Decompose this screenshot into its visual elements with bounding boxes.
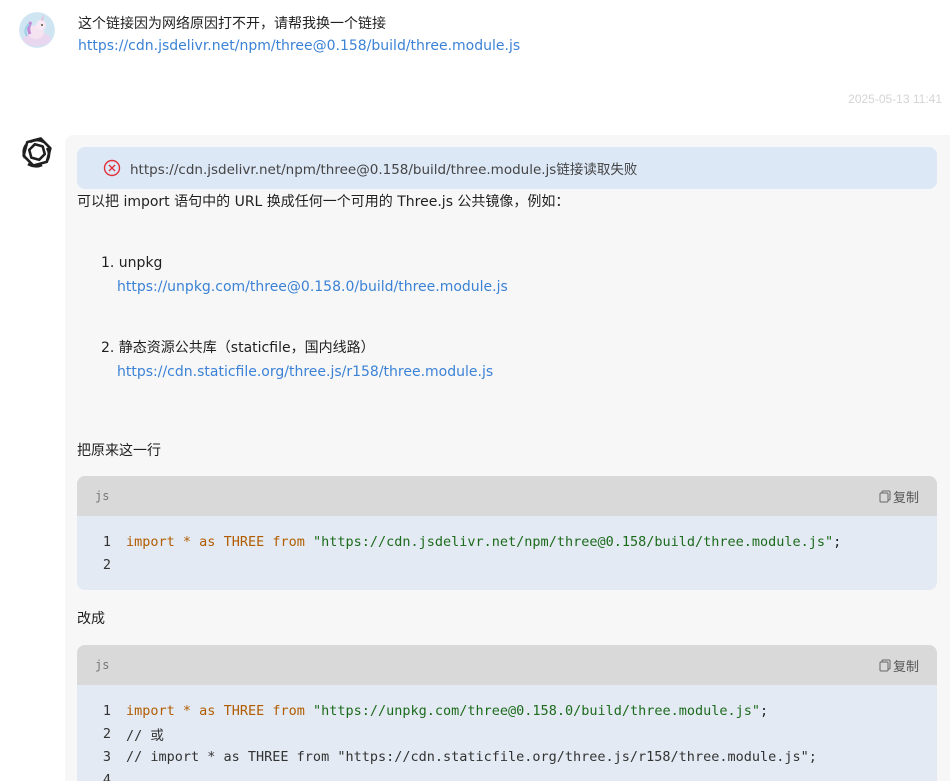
bot-avatar bbox=[18, 134, 56, 172]
link-error-banner: https://cdn.jsdelivr.net/npm/three@0.158… bbox=[77, 147, 937, 189]
list-item: 1. unpkg https://unpkg.com/three@0.158.0… bbox=[101, 251, 508, 299]
code-lang-label: js bbox=[95, 489, 110, 503]
line-number: 2 bbox=[102, 725, 111, 742]
assistant-response-panel: https://cdn.jsdelivr.net/npm/three@0.158… bbox=[65, 135, 950, 781]
copy-button-label: 复制 bbox=[892, 490, 919, 506]
code-header: js 复制 bbox=[77, 476, 937, 516]
user-message: 这个链接因为网络原因打不开，请帮我换一个链接 https://cdn.jsdel… bbox=[78, 13, 520, 57]
code-comment: // import * as THREE from "https://cdn.s… bbox=[126, 748, 817, 765]
code-comment: // 或 bbox=[126, 727, 164, 744]
user-message-link[interactable]: https://cdn.jsdelivr.net/npm/three@0.158… bbox=[78, 35, 520, 57]
user-avatar bbox=[19, 12, 55, 48]
code-token: * bbox=[174, 702, 200, 719]
code-line: 1 import * as THREE from "https://unpkg.c… bbox=[77, 699, 937, 722]
code-block: js 复制 1 import * as THREE from "https://u… bbox=[77, 645, 937, 781]
copy-button[interactable]: 复制 bbox=[879, 656, 919, 675]
line-number: 1 bbox=[102, 702, 111, 719]
code-line: 3 // import * as THREE from "https://cdn.… bbox=[77, 745, 937, 768]
code-token: THREE bbox=[215, 702, 273, 719]
code-token: import bbox=[126, 533, 175, 550]
code-token: "https://cdn.jsdelivr.net/npm/three@0.15… bbox=[304, 533, 834, 550]
before-label: 把原来这一行 bbox=[77, 443, 161, 459]
code-header: js 复制 bbox=[77, 645, 937, 685]
code-token: from bbox=[272, 702, 305, 719]
message-timestamp: 2025-05-13 11:41 bbox=[848, 92, 942, 106]
code-token: THREE bbox=[215, 533, 273, 550]
error-circle-icon bbox=[103, 159, 121, 177]
line-number: 3 bbox=[102, 748, 111, 765]
line-number: 4 bbox=[102, 771, 111, 781]
list-item-link[interactable]: https://cdn.staticfile.org/three.js/r158… bbox=[101, 360, 493, 384]
code-token: import bbox=[126, 702, 175, 719]
intro-text: 可以把 import 语句中的 URL 换成任何一个可用的 Three.js 公… bbox=[77, 194, 570, 210]
code-token: ; bbox=[833, 533, 842, 550]
copy-icon bbox=[879, 490, 891, 502]
copy-button[interactable]: 复制 bbox=[879, 487, 919, 506]
code-body: 1 import * as THREE from "https://cdn.jsd… bbox=[77, 516, 937, 586]
copy-icon bbox=[879, 659, 891, 671]
code-line: 2 bbox=[77, 553, 937, 576]
line-number: 2 bbox=[102, 556, 111, 573]
code-line: 4 bbox=[77, 768, 937, 781]
code-lang-label: js bbox=[95, 658, 110, 672]
code-token: as bbox=[199, 533, 216, 550]
code-body: 1 import * as THREE from "https://unpkg.c… bbox=[77, 685, 937, 781]
list-item-label: 1. unpkg bbox=[101, 255, 163, 271]
code-block: js 复制 1 import * as THREE from "https://c… bbox=[77, 476, 937, 590]
error-banner-text: https://cdn.jsdelivr.net/npm/three@0.158… bbox=[130, 162, 638, 178]
list-item: 2. 静态资源公共库（staticfile，国内线路） https://cdn.… bbox=[101, 336, 493, 384]
code-line: 1 import * as THREE from "https://cdn.jsd… bbox=[77, 530, 937, 553]
list-item-link[interactable]: https://unpkg.com/three@0.158.0/build/th… bbox=[101, 275, 508, 299]
code-token: ; bbox=[760, 702, 769, 719]
line-number: 1 bbox=[102, 533, 111, 550]
code-token: as bbox=[199, 702, 216, 719]
code-line: 2 // 或 bbox=[77, 722, 937, 745]
code-token: from bbox=[272, 533, 305, 550]
unicorn-avatar-icon bbox=[19, 12, 55, 48]
openai-logo-icon bbox=[22, 137, 52, 168]
code-token: * bbox=[174, 533, 200, 550]
code-token: "https://unpkg.com/three@0.158.0/build/t… bbox=[304, 702, 761, 719]
user-message-text: 这个链接因为网络原因打不开，请帮我换一个链接 bbox=[78, 16, 386, 32]
copy-button-label: 复制 bbox=[892, 659, 919, 675]
list-item-label: 2. 静态资源公共库（staticfile，国内线路） bbox=[101, 340, 375, 356]
after-label: 改成 bbox=[77, 611, 105, 627]
